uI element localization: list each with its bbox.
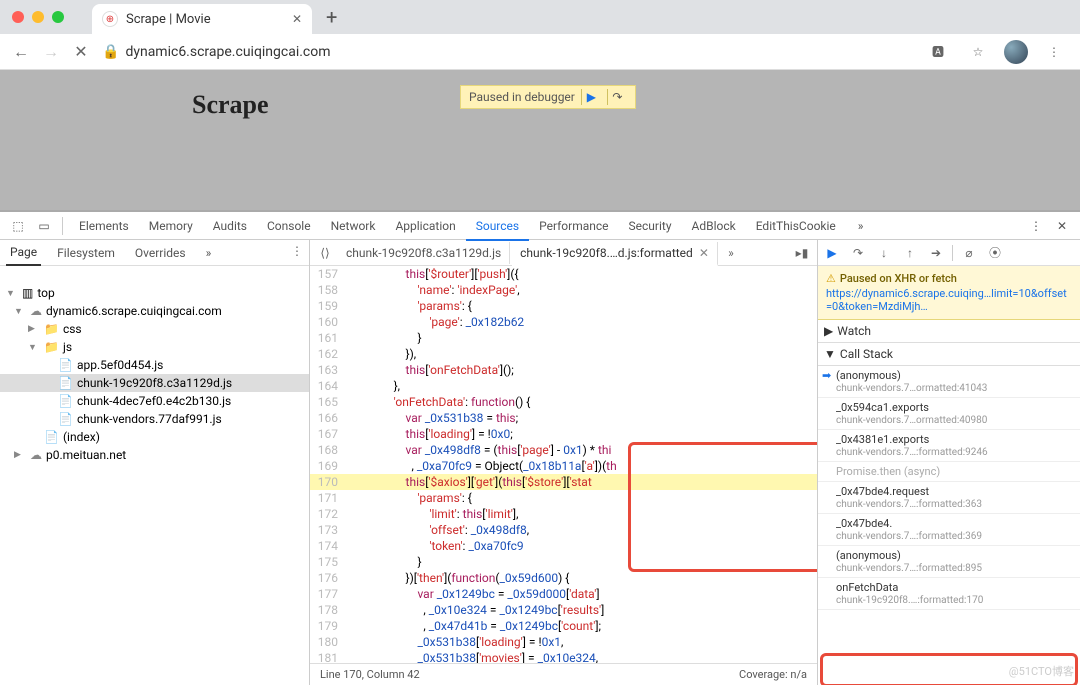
forward-button: →	[42, 43, 60, 61]
menu-icon[interactable]: ⋮	[1040, 45, 1068, 59]
watch-section[interactable]: ▶Watch	[818, 320, 1080, 342]
more-icon[interactable]: ⋮	[291, 244, 303, 258]
devtools-tab-audits[interactable]: Audits	[203, 213, 257, 239]
deactivate-breakpoints-button[interactable]: ⌀	[959, 243, 979, 263]
devtools-tab-editthiscookie[interactable]: EditThisCookie	[746, 213, 846, 239]
sources-subtab-»[interactable]: »	[202, 241, 216, 265]
tree-item[interactable]: ▼📁 js	[0, 338, 309, 356]
tab-title: Scrape | Movie	[126, 12, 211, 27]
pause-exceptions-button[interactable]: ⦿	[985, 243, 1005, 263]
inspect-icon[interactable]: ⬚	[6, 214, 30, 238]
devtools-tab-adblock[interactable]: AdBlock	[682, 213, 746, 239]
paused-url[interactable]: https://dynamic6.scrape.cuiqing…limit=10…	[826, 287, 1072, 313]
nav-left-icon[interactable]: ⟨⟩	[314, 246, 336, 260]
maximize-window-icon[interactable]	[52, 11, 64, 23]
stack-frame[interactable]: (anonymous)chunk-vendors.7…ormatted:4104…	[818, 366, 1080, 398]
watermark: @51CTO博客	[1009, 663, 1074, 679]
coverage-status: Coverage: n/a	[739, 668, 807, 681]
sources-subtab-overrides[interactable]: Overrides	[131, 241, 190, 265]
page-title: Scrape	[192, 90, 269, 120]
avatar[interactable]	[1004, 40, 1028, 64]
stack-frame[interactable]: _0x594ca1.exportschunk-vendors.7…ormatte…	[818, 398, 1080, 430]
step-over-button[interactable]: ↷	[848, 243, 868, 263]
traffic-lights[interactable]	[12, 11, 64, 23]
translate-icon[interactable]: 🅰	[924, 43, 952, 60]
stack-frame[interactable]: Promise.then (async)	[818, 462, 1080, 482]
step-into-button[interactable]: ↓	[874, 243, 894, 263]
stack-frame[interactable]: _0x4381e1.exportschunk-vendors.7…:format…	[818, 430, 1080, 462]
devtools-tab-bar: ⬚ ▭ ElementsMemoryAuditsConsoleNetworkAp…	[0, 212, 1080, 240]
resume-button[interactable]: ▶	[822, 243, 842, 263]
devtools-tab-security[interactable]: Security	[619, 213, 682, 239]
stack-frame[interactable]: _0x47bde4.chunk-vendors.7…:formatted:369	[818, 514, 1080, 546]
tree-item[interactable]: 📄 app.5ef0d454.js	[0, 356, 309, 374]
code-editor[interactable]: 157 this['$router']['push']({158 'name':…	[310, 266, 817, 663]
devtools-tab-application[interactable]: Application	[385, 213, 465, 239]
close-icon[interactable]: ✕	[699, 246, 709, 260]
tree-item[interactable]: 📄 (index)	[0, 428, 309, 446]
tree-item[interactable]: 📄 chunk-vendors.77daf991.js	[0, 410, 309, 428]
step-over-icon[interactable]: ↷	[607, 89, 627, 105]
warning-icon: ⚠	[826, 272, 836, 285]
device-icon[interactable]: ▭	[32, 214, 56, 238]
close-tab-icon[interactable]: ✕	[292, 12, 302, 26]
back-button[interactable]: ←	[12, 43, 30, 61]
address-bar[interactable]: 🔒dynamic6.scrape.cuiqingcai.com	[102, 44, 912, 60]
tree-item[interactable]: ▶📁 css	[0, 320, 309, 338]
tree-item[interactable]: ▼☁ dynamic6.scrape.cuiqingcai.com	[0, 302, 309, 320]
tree-item[interactable]: 📄 chunk-19c920f8.c3a1129d.js	[0, 374, 309, 392]
stop-reload-button[interactable]: ✕	[72, 43, 90, 61]
devtools-tab-elements[interactable]: Elements	[69, 213, 139, 239]
favicon-icon: ⊕	[102, 11, 118, 27]
stack-frame[interactable]: _0x47bde4.requestchunk-vendors.7…:format…	[818, 482, 1080, 514]
tree-item[interactable]: ▼▥ top	[0, 284, 309, 302]
stack-frame[interactable]: onFetchDatachunk-19c920f8.…:formatted:17…	[818, 578, 1080, 610]
sources-subtab-page[interactable]: Page	[6, 240, 41, 266]
devtools-close-icon[interactable]: ✕	[1050, 214, 1074, 238]
file-tab[interactable]: chunk-19c920f8.…d.js:formatted✕	[512, 242, 718, 266]
tree-item[interactable]: 📄 chunk-4dec7ef0.e4c2b130.js	[0, 392, 309, 410]
devtools-tab-network[interactable]: Network	[321, 213, 386, 239]
browser-tab[interactable]: ⊕ Scrape | Movie ✕	[92, 4, 312, 34]
devtools-menu-icon[interactable]: ⋮	[1024, 214, 1048, 238]
lock-icon: 🔒	[102, 44, 119, 60]
file-tree[interactable]: ▼▥ top▼☁ dynamic6.scrape.cuiqingcai.com▶…	[0, 280, 309, 468]
paused-overlay: Paused in debugger ▶ ↷	[460, 85, 636, 109]
call-stack-section[interactable]: ▼Call Stack	[818, 343, 1080, 365]
step-button[interactable]: ➔	[926, 243, 946, 263]
file-tab[interactable]: chunk-19c920f8.c3a1129d.js	[338, 242, 510, 264]
resume-icon[interactable]: ▶	[581, 89, 601, 105]
sources-subtab-filesystem[interactable]: Filesystem	[53, 241, 119, 265]
devtools-tab-console[interactable]: Console	[257, 213, 321, 239]
tree-item[interactable]: ▶☁ p0.meituan.net	[0, 446, 309, 464]
stack-frame[interactable]: (anonymous)chunk-vendors.7…:formatted:89…	[818, 546, 1080, 578]
new-tab-button[interactable]: +	[326, 5, 337, 29]
file-tabs-more[interactable]: »	[720, 246, 742, 260]
devtools-tab-performance[interactable]: Performance	[529, 213, 618, 239]
minimize-window-icon[interactable]	[32, 11, 44, 23]
devtools-tab-sources[interactable]: Sources	[466, 213, 529, 241]
paused-reason: ⚠Paused on XHR or fetch https://dynamic6…	[818, 266, 1080, 320]
step-out-button[interactable]: ↑	[900, 243, 920, 263]
bookmark-icon[interactable]: ☆	[964, 45, 992, 59]
toggle-sidebar-icon[interactable]: ▸▮	[791, 246, 813, 260]
devtools-more-tabs[interactable]: »	[848, 213, 874, 239]
devtools-tab-memory[interactable]: Memory	[139, 213, 203, 239]
debugger-toolbar: ▶ ↷ ↓ ↑ ➔ ⌀ ⦿	[818, 240, 1080, 266]
cursor-position: Line 170, Column 42	[320, 668, 420, 681]
close-window-icon[interactable]	[12, 11, 24, 23]
